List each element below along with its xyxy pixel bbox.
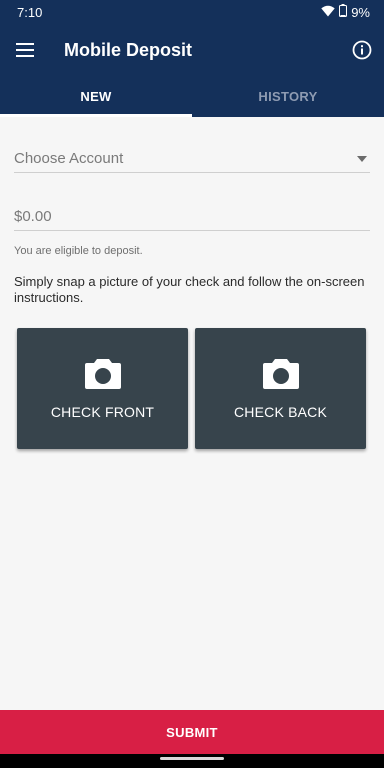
camera-icon xyxy=(262,357,300,394)
wifi-icon xyxy=(321,5,335,20)
status-bar: 7:10 9% xyxy=(0,0,384,24)
instructions-text: Simply snap a picture of your check and … xyxy=(14,274,365,305)
camera-icon xyxy=(84,357,122,394)
home-gesture-handle[interactable] xyxy=(160,756,224,760)
tab-new[interactable]: NEW xyxy=(0,76,192,117)
page-title: Mobile Deposit xyxy=(64,39,193,60)
tab-bar: NEW HISTORY xyxy=(0,76,384,117)
eligibility-text: You are eligible to deposit. xyxy=(14,245,143,257)
check-back-button[interactable]: CHECK BACK xyxy=(195,328,366,449)
check-back-label: CHECK BACK xyxy=(233,404,328,420)
dropdown-arrow-icon xyxy=(357,155,367,162)
status-time: 7:10 xyxy=(17,4,43,20)
status-indicators: 9% xyxy=(321,4,370,20)
info-icon[interactable] xyxy=(340,24,384,76)
deposit-form: Choose Account $0.00 You are eligible to… xyxy=(0,117,384,710)
submit-button[interactable]: SUBMIT xyxy=(0,710,384,754)
app-bar: Mobile Deposit xyxy=(0,24,384,76)
account-select-label: Choose Account xyxy=(14,150,124,167)
account-select[interactable]: Choose Account xyxy=(14,145,370,173)
check-front-label: CHECK FRONT xyxy=(50,404,155,420)
amount-placeholder: $0.00 xyxy=(14,208,52,225)
battery-percent: 9% xyxy=(351,4,370,20)
battery-icon xyxy=(339,4,348,20)
amount-input[interactable]: $0.00 xyxy=(14,203,370,231)
check-front-button[interactable]: CHECK FRONT xyxy=(17,328,188,449)
tab-history[interactable]: HISTORY xyxy=(192,76,384,117)
hamburger-menu-icon[interactable] xyxy=(0,24,50,76)
system-nav-bar xyxy=(0,754,384,768)
